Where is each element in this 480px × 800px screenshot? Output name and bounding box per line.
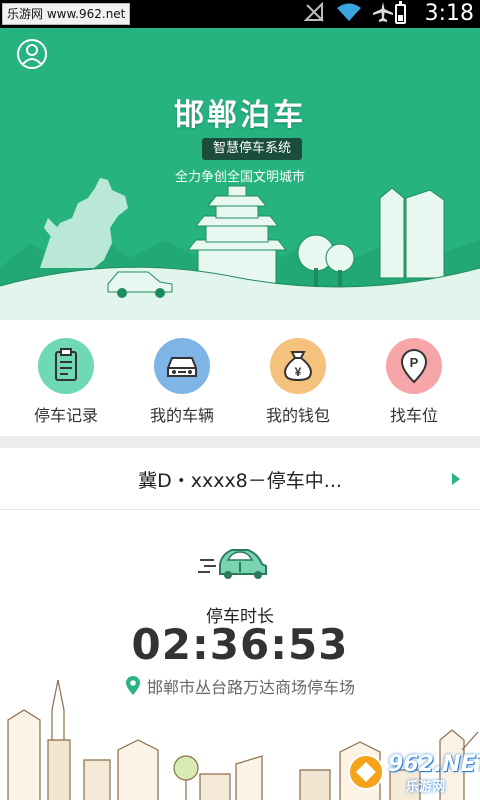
- menu-item-my-vehicles[interactable]: 我的车辆: [122, 338, 242, 426]
- status-bar: 乐游网 www.962.net 3:18: [0, 0, 480, 28]
- location-row: 邯郸市丛台路万达商场停车场: [0, 674, 480, 700]
- menu-label: 停车记录: [33, 406, 98, 425]
- menu-label: 我的钱包: [265, 406, 330, 425]
- watermark: 962.NET 乐游网: [344, 752, 480, 795]
- plate-status: 冀D・xxxx8－停车中...: [138, 470, 342, 492]
- airplane-icon: [372, 1, 394, 27]
- main-menu: 停车记录 我的车辆 ¥ 我的钱包 P 找车位: [0, 320, 480, 436]
- app-tag: 智慧停车系统: [202, 138, 302, 160]
- duration-value: 02:36:53: [131, 620, 349, 669]
- location-pin-icon: [125, 676, 141, 700]
- car-moving-icon: [196, 538, 268, 586]
- current-parking-row[interactable]: 冀D・xxxx8－停车中...: [0, 448, 480, 510]
- menu-item-my-wallet[interactable]: ¥ 我的钱包: [238, 338, 358, 426]
- parking-pin-icon: P: [386, 338, 442, 394]
- menu-item-find-parking[interactable]: P 找车位: [354, 338, 474, 426]
- user-avatar-icon[interactable]: [16, 38, 48, 70]
- clock: 3:18: [424, 1, 474, 26]
- watermark-text: 962.NET: [388, 752, 480, 777]
- watermark-logo-icon: [348, 754, 384, 790]
- clipboard-icon: [38, 338, 94, 394]
- section-divider: [0, 436, 480, 448]
- app-title: 邯郸泊车: [174, 98, 306, 133]
- chevron-right-icon: [452, 473, 460, 485]
- location-text: 邯郸市丛台路万达商场停车场: [146, 678, 355, 697]
- battery-icon: [395, 1, 406, 24]
- watermark-subtext: 乐游网: [406, 780, 446, 795]
- site-label: 乐游网 www.962.net: [2, 3, 131, 25]
- menu-label: 找车位: [389, 406, 438, 425]
- app-slogan: 全力争创全国文明城市: [174, 170, 305, 185]
- menu-label: 我的车辆: [149, 406, 214, 425]
- svg-text:P: P: [410, 355, 419, 370]
- money-bag-icon: ¥: [270, 338, 326, 394]
- svg-text:¥: ¥: [295, 365, 302, 379]
- car-icon: [154, 338, 210, 394]
- wifi-icon: [336, 2, 362, 26]
- signal-off-icon: [303, 1, 326, 26]
- menu-item-parking-records[interactable]: 停车记录: [6, 338, 126, 426]
- hero-banner: 邯郸泊车 智慧停车系统 全力争创全国文明城市: [0, 28, 480, 320]
